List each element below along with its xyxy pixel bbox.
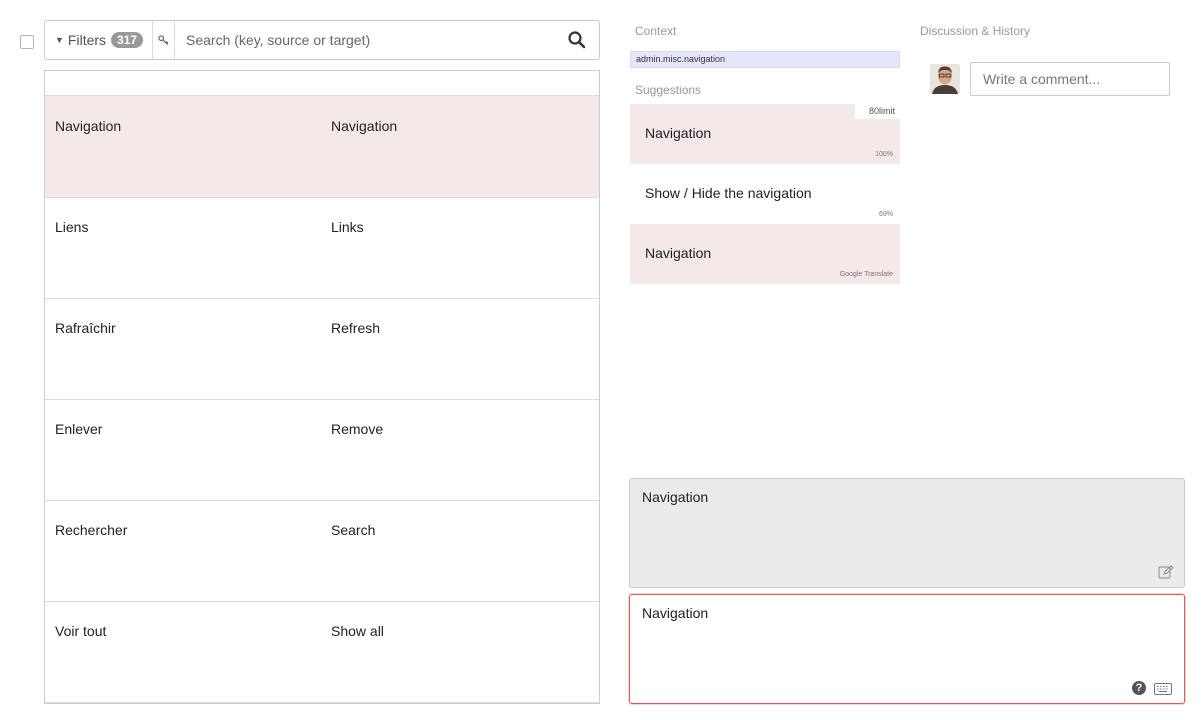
context-label: Context: [635, 24, 677, 38]
filters-button[interactable]: ▼ Filters 317: [45, 21, 153, 59]
suggestion-item[interactable]: Show / Hide the navigation 69%: [630, 164, 900, 224]
suggestion-limit: 80limit: [855, 104, 900, 119]
suggestion-source: Google Translate: [839, 271, 893, 278]
suggestion-item[interactable]: Navigation Google Translate: [630, 224, 900, 284]
target-text-input[interactable]: [630, 595, 1184, 703]
table-row[interactable]: Enlever Remove: [45, 399, 599, 501]
target-text: Show all: [331, 623, 384, 639]
filters-count-badge: 317: [111, 32, 144, 48]
suggestions-label: Suggestions: [635, 83, 702, 97]
key-search-toggle[interactable]: [153, 21, 175, 59]
comment-input[interactable]: [970, 62, 1170, 96]
table-row[interactable]: Navigation Navigation: [45, 95, 599, 198]
source-text: Liens: [55, 219, 89, 235]
search-icon[interactable]: [567, 30, 587, 50]
suggestion-text: Navigation: [645, 125, 712, 141]
key-icon: [158, 34, 169, 45]
suggestion-score: 100%: [875, 151, 893, 158]
source-text: Voir tout: [55, 623, 107, 639]
suggestion-text: Navigation: [645, 245, 712, 261]
suggestion-score: 69%: [878, 211, 893, 218]
table-row[interactable]: Liens Links: [45, 197, 599, 299]
source-text: Navigation: [55, 118, 122, 134]
table-row[interactable]: Rechercher Search: [45, 500, 599, 602]
search-input[interactable]: [176, 21, 566, 59]
table-row[interactable]: Rafraîchir Refresh: [45, 298, 599, 400]
target-text: Refresh: [331, 320, 381, 336]
target-text-editor: ?: [629, 594, 1185, 704]
search-bar: ▼ Filters 317: [44, 20, 600, 60]
target-text: Remove: [331, 421, 384, 437]
context-key: admin.misc.navigation: [630, 51, 900, 68]
source-text-panel: Navigation: [629, 478, 1185, 588]
edit-icon[interactable]: [1158, 565, 1174, 579]
target-text: Links: [331, 219, 364, 235]
target-text: Navigation: [331, 118, 398, 134]
source-text: Rafraîchir: [55, 320, 116, 336]
source-text: Rechercher: [55, 522, 128, 538]
source-text: Navigation: [642, 489, 709, 505]
caret-down-icon: ▼: [55, 35, 64, 45]
help-icon[interactable]: ?: [1132, 681, 1146, 695]
target-text: Search: [331, 522, 376, 538]
discussion-label: Discussion & History: [920, 24, 1031, 38]
string-list: Navigation Navigation Liens Links Rafraî…: [44, 70, 600, 704]
keyboard-icon[interactable]: [1154, 682, 1172, 695]
source-text: Enlever: [55, 421, 103, 437]
filters-label: Filters: [67, 32, 107, 48]
select-all-checkbox[interactable]: [20, 35, 34, 49]
table-row[interactable]: Voir tout Show all: [45, 601, 599, 703]
suggestion-text: Show / Hide the navigation: [645, 185, 812, 201]
avatar: [930, 64, 960, 94]
